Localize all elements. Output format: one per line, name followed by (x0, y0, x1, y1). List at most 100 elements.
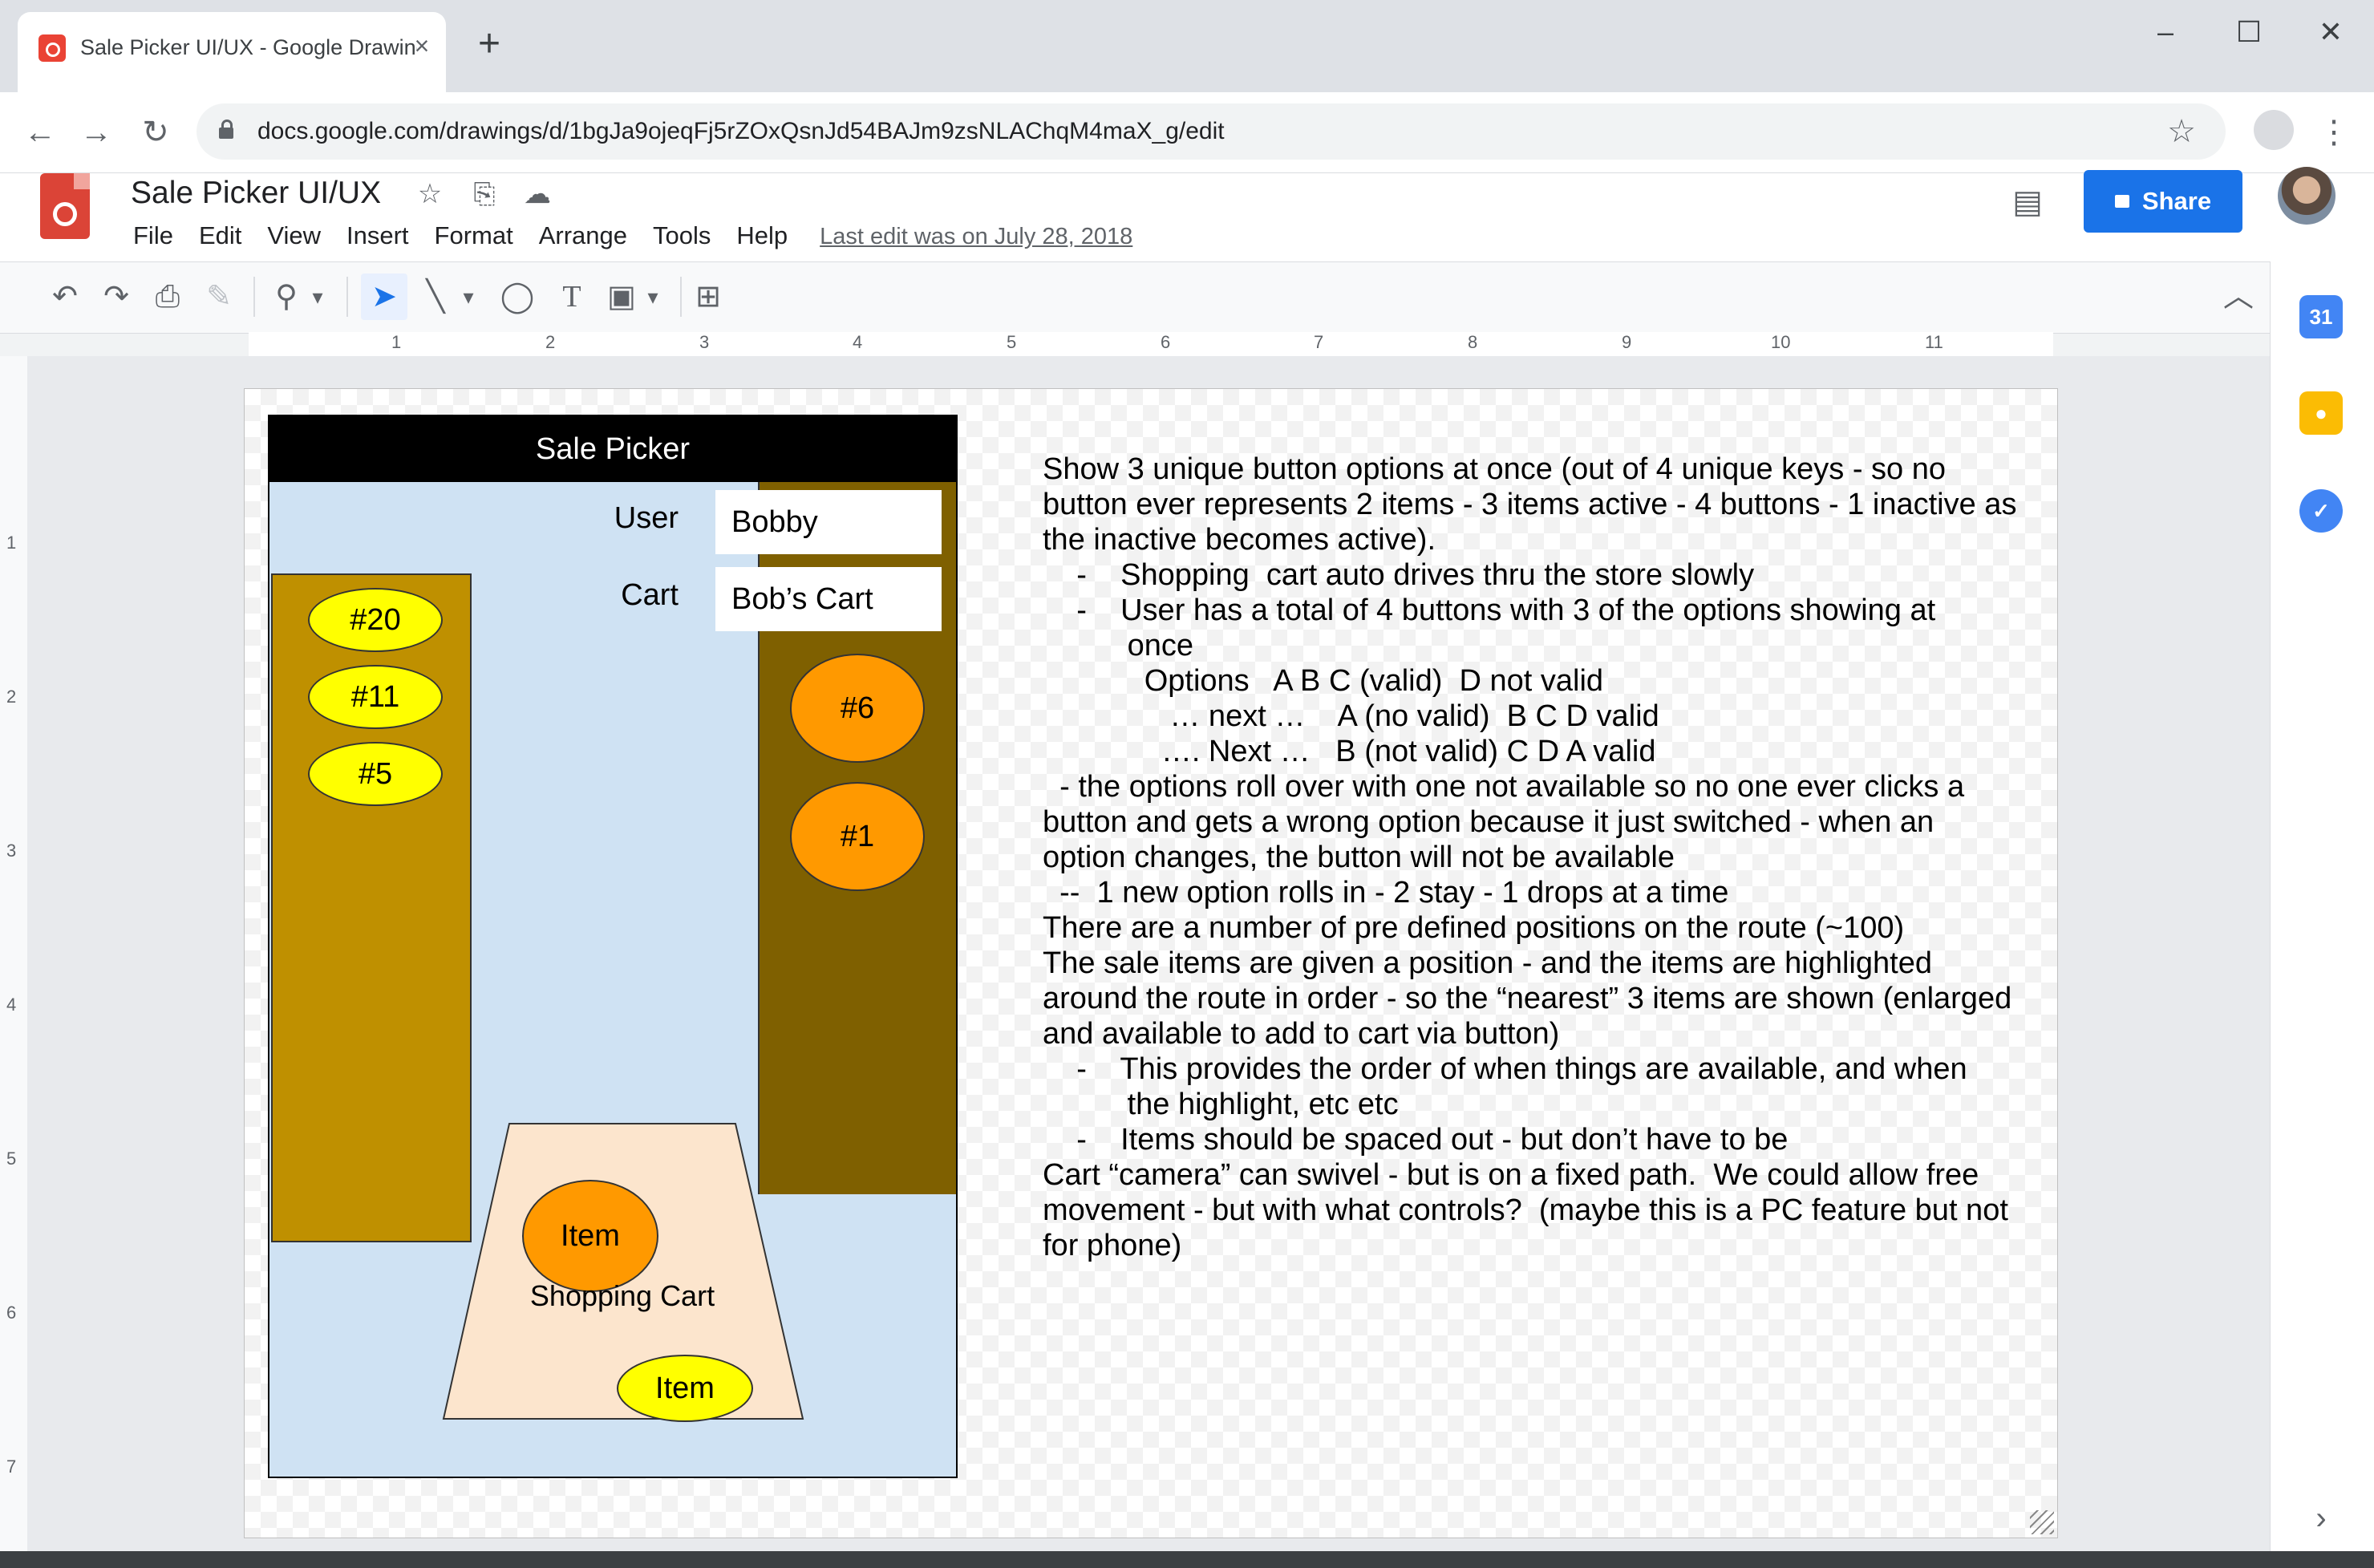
horizontal-ruler[interactable]: 1 2 3 4 5 6 7 8 9 10 11 (249, 332, 2053, 357)
profile-icon[interactable] (2254, 110, 2294, 150)
bookmark-star-icon[interactable]: ☆ (2160, 110, 2203, 153)
os-taskbar (0, 1551, 2374, 1568)
redo-icon[interactable]: ↷ (93, 273, 140, 320)
shape-tool-icon[interactable]: ◯ (494, 273, 541, 320)
note-line: - User has a total of 4 buttons with 3 o… (1043, 594, 1936, 627)
cart-item-oval[interactable]: Item (522, 1180, 658, 1292)
vertical-ruler[interactable]: 1 2 3 4 5 6 7 (0, 356, 28, 1559)
menu-format[interactable]: Format (422, 213, 526, 258)
cloud-status-icon[interactable]: ☁ (520, 176, 555, 212)
note-line: - This provides the order of when things… (1043, 1052, 1967, 1086)
ruler-label: 9 (1622, 332, 1632, 352)
menu-help[interactable]: Help (723, 213, 800, 258)
browser-tab[interactable]: Sale Picker UI/UX - Google Drawings × (18, 12, 446, 92)
comments-icon[interactable]: ▤ (2007, 181, 2048, 223)
drawing-page[interactable]: Sale Picker User Bobby Cart Bob’s Cart #… (244, 388, 2058, 1538)
user-label[interactable]: User (550, 501, 679, 536)
move-folder-icon[interactable]: ⎘ (467, 176, 502, 212)
note-line: the highlight, etc etc (1043, 1088, 1399, 1121)
close-window-button[interactable]: ✕ (2299, 8, 2363, 56)
tab-title: Sale Picker UI/UX - Google Drawings (80, 35, 417, 59)
url-text[interactable]: docs.google.com/drawings/d/1bgJa9ojeqFj5… (257, 103, 1225, 160)
print-icon[interactable]: ⎙ (144, 273, 191, 320)
note-line: … next … A (no valid) B C D valid (1043, 699, 1659, 733)
line-tool-icon[interactable]: ╲ (412, 273, 459, 320)
ruler-label: 11 (1925, 332, 1943, 352)
note-line: -- 1 new option rolls in - 2 stay - 1 dr… (1043, 876, 1729, 910)
cart-field[interactable]: Bob’s Cart (715, 567, 942, 631)
menu-edit[interactable]: Edit (186, 213, 254, 258)
minimize-button[interactable]: – (2133, 8, 2198, 56)
sale-picker-mockup[interactable]: Sale Picker User Bobby Cart Bob’s Cart #… (268, 415, 958, 1478)
menu-tools[interactable]: Tools (640, 213, 723, 258)
select-tool-icon[interactable]: ➤ (361, 273, 407, 320)
mockup-header[interactable]: Sale Picker (269, 416, 956, 482)
ruler-label: 6 (6, 1303, 17, 1323)
ruler-label: 2 (545, 332, 556, 352)
note-line: Show 3 unique button options at once (ou… (1043, 452, 2026, 557)
address-bar[interactable]: docs.google.com/drawings/d/1bgJa9ojeqFj5… (196, 103, 2226, 160)
calendar-icon[interactable]: 31 (2299, 295, 2343, 338)
expand-panel-icon[interactable]: › (2299, 1497, 2343, 1540)
ruler-label: 10 (1771, 332, 1791, 352)
shelf-item-oval[interactable]: #6 (790, 654, 925, 763)
menu-view[interactable]: View (254, 213, 334, 258)
notes-textbox[interactable]: Show 3 unique button options at once (ou… (1043, 452, 2021, 1263)
ruler-label: 5 (1007, 332, 1017, 352)
shelf-item-oval[interactable]: #5 (308, 742, 443, 806)
note-line: …. Next … B (not valid) C D A valid (1043, 735, 1656, 768)
note-line: Options A B C (valid) D not valid (1043, 664, 1604, 698)
chrome-menu-icon[interactable]: ⋮ (2311, 110, 2356, 155)
resize-handle[interactable] (2030, 1510, 2054, 1534)
forward-icon[interactable]: → (74, 110, 119, 155)
tasks-icon[interactable]: ✓ (2299, 489, 2343, 533)
drawing-canvas[interactable]: Sale Picker User Bobby Cart Bob’s Cart #… (27, 356, 2270, 1551)
drawing-toolbar: ↶ ↷ ⎙ ✎ ⚲ ▾ ➤ ╲ ▾ ◯ T ▣ ▾ ⊞ ︿ (0, 261, 2270, 334)
line-dropdown-icon[interactable]: ▾ (454, 273, 483, 320)
ruler-label: 5 (6, 1149, 17, 1169)
ruler-label: 1 (391, 332, 402, 352)
ruler-label: 3 (699, 332, 710, 352)
user-field[interactable]: Bobby (715, 490, 942, 554)
keep-icon[interactable]: ● (2299, 391, 2343, 435)
reload-icon[interactable]: ↻ (133, 110, 178, 155)
undo-icon[interactable]: ↶ (42, 273, 88, 320)
maximize-button[interactable]: ☐ (2217, 8, 2281, 56)
toolbar-divider (680, 277, 682, 317)
paint-format-icon[interactable]: ✎ (196, 273, 242, 320)
shelf-item-oval[interactable]: #20 (308, 588, 443, 652)
tab-close-icon[interactable]: × (406, 30, 438, 62)
toolbar-divider (253, 277, 255, 317)
drawings-logo-icon[interactable] (40, 173, 90, 239)
shelf-item-oval[interactable]: #11 (308, 665, 443, 729)
menu-arrange[interactable]: Arrange (526, 213, 640, 258)
ruler-label: 2 (6, 687, 17, 707)
drawings-favicon-icon (38, 34, 66, 62)
cart-item-oval[interactable]: Item (617, 1355, 753, 1422)
menu-insert[interactable]: Insert (334, 213, 422, 258)
textbox-tool-icon[interactable]: T (549, 273, 595, 320)
ruler-label: 1 (6, 533, 17, 553)
shopping-cart-label[interactable]: Shopping Cart (510, 1279, 735, 1313)
ruler-label: 7 (1314, 332, 1324, 352)
ruler-label: 7 (6, 1457, 17, 1477)
collapse-toolbar-icon[interactable]: ︿ (2215, 273, 2262, 320)
lock-icon (2114, 194, 2129, 208)
last-edit-link[interactable]: Last edit was on July 28, 2018 (800, 214, 1132, 259)
share-button[interactable]: Share (2084, 170, 2242, 233)
star-icon[interactable]: ☆ (412, 176, 448, 212)
browser-toolbar: ← → ↻ docs.google.com/drawings/d/1bgJa9o… (0, 92, 2374, 173)
image-dropdown-icon[interactable]: ▾ (638, 273, 667, 320)
note-line: - Shopping cart auto drives thru the sto… (1043, 558, 1755, 592)
menu-bar: File Edit View Insert Format Arrange Tools Help… (120, 213, 1132, 258)
avatar[interactable] (2278, 167, 2336, 225)
back-icon[interactable]: ← (18, 110, 63, 155)
new-tab-button[interactable]: + (469, 24, 509, 64)
add-comment-icon[interactable]: ⊞ (685, 273, 731, 320)
zoom-dropdown-icon[interactable]: ▾ (303, 273, 332, 320)
lock-icon[interactable] (217, 120, 235, 139)
shelf-item-oval[interactable]: #1 (790, 782, 925, 891)
document-title[interactable]: Sale Picker UI/UX (131, 173, 381, 213)
menu-file[interactable]: File (120, 213, 186, 258)
cart-label[interactable]: Cart (550, 578, 679, 613)
